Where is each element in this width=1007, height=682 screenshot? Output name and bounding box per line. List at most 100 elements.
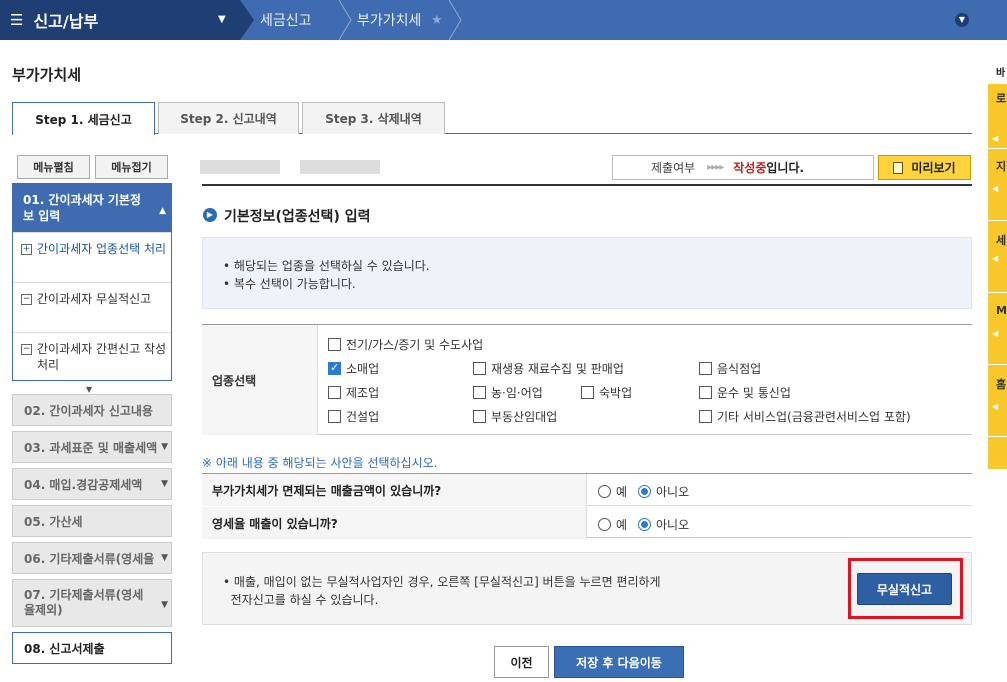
sidebar-item-06[interactable]: 06. 기타제출서류(영세율 ▼ xyxy=(12,542,172,574)
checkbox-real-estate[interactable]: 부동산임대업 xyxy=(473,408,557,425)
radio-exempt-yes[interactable]: 예 xyxy=(598,483,627,500)
breadcrumb-tax-filing[interactable]: 세금신고 xyxy=(260,0,312,40)
collapse-up-icon[interactable]: ▲ xyxy=(159,203,166,219)
quick-menu-label[interactable]: 세 xyxy=(996,232,1006,248)
radio-selected-icon xyxy=(638,518,651,531)
main-menu-button[interactable]: ☰ 신고/납부 ▼ xyxy=(0,0,240,40)
sidebar-item-label: 03. 과세표준 및 매출세액 xyxy=(24,440,158,455)
checkbox-icon xyxy=(581,386,594,399)
expand-menu-button[interactable]: 메뉴펼침 xyxy=(17,155,90,179)
radio-exempt-no[interactable]: 아니오 xyxy=(638,483,689,500)
nil-report-button[interactable]: 무실적신고 xyxy=(857,573,952,605)
breadcrumb-separator-icon xyxy=(338,0,352,41)
sidebar-item-07[interactable]: 07. 기타제출서류(영세율제외) ▼ xyxy=(12,579,172,627)
arrow-left-icon[interactable]: ◀ xyxy=(992,402,998,411)
favorite-star-icon[interactable]: ★ xyxy=(431,0,443,40)
info-text: 복수 선택이 가능합니다. xyxy=(233,277,356,291)
question-row: 부가가치세가 면제되는 매출금액이 있습니까? 예 아니오 xyxy=(202,474,972,506)
status-suffix: 입니다. xyxy=(766,161,805,175)
checkbox-restaurant[interactable]: 음식점업 xyxy=(699,360,761,377)
checkbox-label: 농·임·어업 xyxy=(491,386,543,400)
question-label: 부가가치세가 면제되는 매출금액이 있습니까? xyxy=(202,474,587,506)
checkbox-lodging[interactable]: 숙박업 xyxy=(581,384,632,401)
quick-menu-label[interactable]: 로 xyxy=(996,90,1006,106)
sidebar-item-label: 07. 기타제출서류(영세율제외) xyxy=(24,588,144,617)
redacted-taxpayer-info xyxy=(300,160,380,174)
notice-text: 전자신고를 하실 수 있습니다. xyxy=(230,593,379,607)
checkbox-label: 재생용 재료수집 및 판매업 xyxy=(491,362,624,376)
question-table: 부가가치세가 면제되는 매출금액이 있습니까? 예 아니오 영세율 매출이 있습… xyxy=(202,473,972,539)
selection-note: ※ 아래 내용 중 해당되는 사안을 선택하십시오. xyxy=(202,456,438,470)
checkbox-retail[interactable]: 소매업 xyxy=(328,360,379,377)
sidebar-item-label: 02. 간이과세자 신고내용 xyxy=(24,403,153,418)
save-next-button[interactable]: 저장 후 다음이동 xyxy=(554,646,684,678)
sidebar-item-basic-info[interactable]: 01. 간이과세자 기본정보 입력 ▲ xyxy=(13,184,171,232)
tab-step2[interactable]: Step 2. 신고내역 xyxy=(158,102,299,134)
radio-zero-rate-no[interactable]: 아니오 xyxy=(638,516,689,533)
submission-status: 제출여부 ▸▸▸▸ 작성중 입니다. xyxy=(612,155,874,180)
radio-icon xyxy=(598,518,611,531)
arrow-left-icon[interactable]: ◀ xyxy=(992,254,998,263)
checkbox-label: 소매업 xyxy=(346,362,380,376)
sidebar-item-04[interactable]: 04. 매입.경감공제세액 ▼ xyxy=(12,468,172,500)
chevron-down-icon: ▼ xyxy=(161,442,168,452)
divider xyxy=(988,292,1007,293)
checkbox-construction[interactable]: 건설업 xyxy=(328,408,379,425)
sidebar-item-03[interactable]: 03. 과세표준 및 매출세액 ▼ xyxy=(12,431,172,463)
sidebar-item-02[interactable]: 02. 간이과세자 신고내용 xyxy=(12,394,172,426)
checkbox-label: 제조업 xyxy=(346,386,380,400)
quick-menu-label[interactable]: M xyxy=(996,304,1007,317)
checkbox-icon xyxy=(473,386,486,399)
arrow-left-icon[interactable]: ◀ xyxy=(992,184,998,193)
divider xyxy=(988,220,1007,221)
sidebar-item-05[interactable]: 05. 가산세 xyxy=(12,505,172,537)
preview-button[interactable]: 미리보기 xyxy=(878,155,971,180)
tab-step3[interactable]: Step 3. 삭제내역 xyxy=(302,102,445,134)
quick-menu-label[interactable]: 홈 xyxy=(996,376,1006,392)
caret-down-icon: ▼ xyxy=(218,14,226,25)
checkbox-transport[interactable]: 운수 및 통신업 xyxy=(699,384,791,401)
main-menu-label: 신고/납부 xyxy=(33,12,99,31)
sidebar-subitem-industry[interactable]: + 간이과세자 업종선택 처리 xyxy=(13,232,171,282)
checkbox-other-services[interactable]: 기타 서비스업(금융관련서비스업 포함) xyxy=(699,408,911,425)
question-row: 영세율 매출이 있습니까? 예 아니오 xyxy=(202,507,972,539)
checkbox-agriculture[interactable]: 농·임·어업 xyxy=(473,384,543,401)
checkbox-icon xyxy=(328,338,341,351)
chevron-down-icon: ▼ xyxy=(161,600,168,610)
checkbox-manufacturing[interactable]: 제조업 xyxy=(328,384,379,401)
radio-zero-rate-yes[interactable]: 예 xyxy=(598,516,627,533)
checkbox-label: 건설업 xyxy=(346,410,380,424)
sidebar-subitem-simple-report[interactable]: − 간이과세자 간편신고 작성 처리 xyxy=(13,332,171,381)
down-arrow-icon: ▼ xyxy=(86,385,93,394)
breadcrumb-vat[interactable]: 부가가치세 xyxy=(357,0,421,40)
notice-line: • 매출, 매입이 없는 무실적사업자인 경우, 오른쪽 [무실적신고] 버튼을… xyxy=(223,575,661,589)
chevron-down-icon: ▼ xyxy=(161,479,168,489)
notice-line: 전자신고를 하실 수 있습니다. xyxy=(223,591,379,608)
checkbox-label: 부동산임대업 xyxy=(491,410,558,424)
checkbox-utilities[interactable]: 전기/가스/증기 및 수도사업 xyxy=(328,336,483,353)
chevron-down-icon: ▼ xyxy=(161,553,168,563)
sidebar-item-label: 01. 간이과세자 기본정보 입력 xyxy=(23,193,141,223)
divider xyxy=(988,364,1007,365)
breadcrumb-separator-icon xyxy=(448,0,462,41)
status-value: 작성중 xyxy=(733,161,767,175)
status-label: 제출여부 xyxy=(651,161,696,175)
section-title: 기본정보(업종선택) 입력 xyxy=(224,209,371,225)
arrow-left-icon[interactable]: ◀ xyxy=(992,329,998,338)
divider xyxy=(988,148,1007,149)
sidebar-item-label: 04. 매입.경감공제세액 xyxy=(24,477,143,492)
checkbox-icon xyxy=(328,410,341,423)
arrow-left-icon[interactable]: ◀ xyxy=(992,134,998,143)
expand-header-icon[interactable]: ▼ xyxy=(955,13,969,27)
checkbox-icon xyxy=(328,386,341,399)
quick-menu-label[interactable]: 지 xyxy=(996,158,1006,174)
sidebar-subitem-label: 간이과세자 무실적신고 xyxy=(37,292,152,306)
checkbox-recycling[interactable]: 재생용 재료수집 및 판매업 xyxy=(473,360,624,377)
tab-step1[interactable]: Step 1. 세금신고 xyxy=(12,102,155,135)
sidebar-item-label: 06. 기타제출서류(영세율 xyxy=(24,551,155,566)
sidebar-subitem-nil-report[interactable]: − 간이과세자 무실적신고 xyxy=(13,282,171,332)
collapse-menu-button[interactable]: 메뉴접기 xyxy=(95,155,168,179)
sidebar-item-08[interactable]: 08. 신고서제출 xyxy=(12,632,172,664)
arrow-circle-icon: ▶ xyxy=(203,208,217,222)
previous-button[interactable]: 이전 xyxy=(494,646,549,678)
